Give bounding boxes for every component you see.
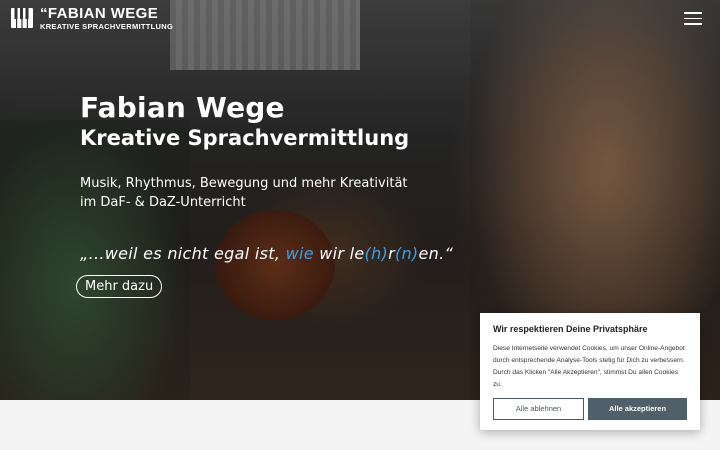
site-logo[interactable]: “FABIAN WEGE KREATIVE SPRACHVERMITTLUNG bbox=[10, 6, 173, 31]
page-title: Fabian Wege bbox=[80, 91, 285, 124]
page-subtitle: Kreative Sprachvermittlung bbox=[80, 126, 410, 150]
hero-quote: „...weil es nicht egal ist, wie wir le(h… bbox=[80, 244, 453, 263]
more-info-button[interactable]: Mehr dazu bbox=[76, 275, 163, 298]
quote-text-2: wir le bbox=[313, 244, 365, 263]
logo-subtitle: KREATIVE SPRACHVERMITTLUNG bbox=[40, 22, 174, 31]
hero-tagline: Musik, Rhythmus, Bewegung und mehr Kreat… bbox=[80, 176, 408, 210]
quote-highlight-h: (h) bbox=[364, 244, 389, 263]
quote-text-r: r bbox=[388, 244, 395, 263]
decline-all-button[interactable]: Alle ablehnen bbox=[493, 398, 584, 420]
logo-name: “FABIAN WEGE bbox=[40, 5, 159, 22]
quote-highlight-wie: wie bbox=[285, 244, 314, 263]
cookie-text: Diese Internetseite verwendet Cookies, u… bbox=[493, 345, 685, 388]
hamburger-menu-icon[interactable] bbox=[684, 12, 702, 25]
quote-text-3: en.“ bbox=[418, 244, 454, 263]
cookie-consent-dialog: Wir respektieren Deine Privatsphäre Dies… bbox=[480, 313, 700, 430]
cookie-title: Wir respektieren Deine Privatsphäre bbox=[493, 324, 648, 334]
quote-text-1: „...weil es nicht egal ist, bbox=[80, 244, 286, 263]
piano-keys-icon bbox=[11, 8, 33, 29]
quote-highlight-n: (n) bbox=[394, 244, 419, 263]
accept-all-button[interactable]: Alle akzeptieren bbox=[588, 398, 687, 420]
